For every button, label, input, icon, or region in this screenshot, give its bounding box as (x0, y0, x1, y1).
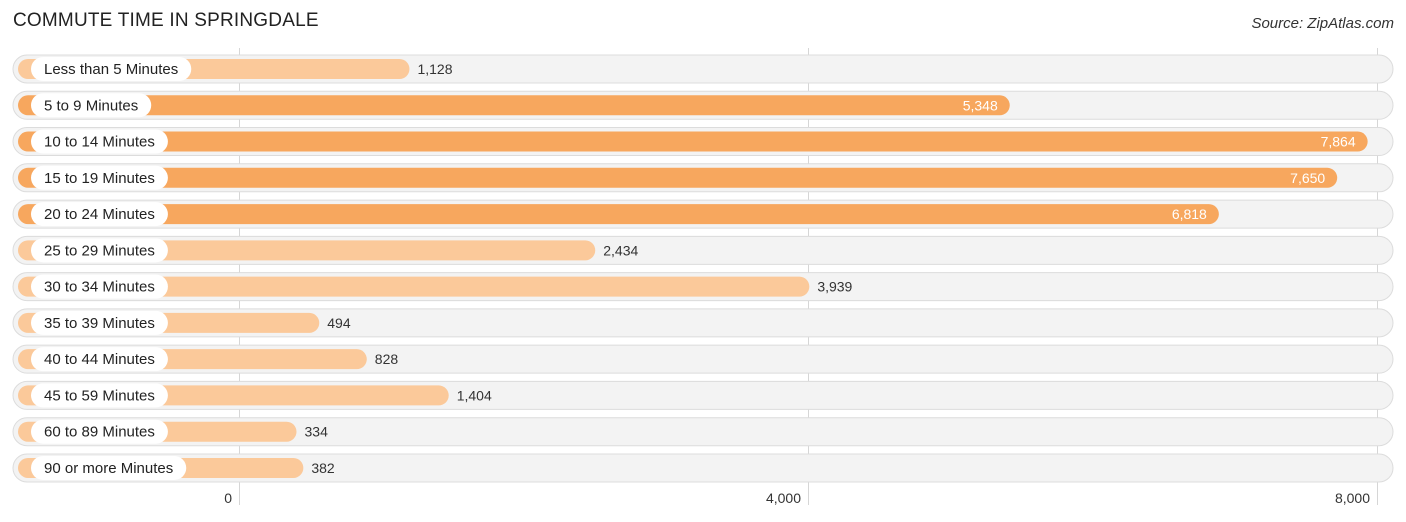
bar-row: 5 to 9 Minutes 5,348 (12, 90, 1394, 120)
value-label: 1,404 (457, 387, 492, 403)
category-label: 15 to 19 Minutes (44, 170, 155, 187)
category-label: 60 to 89 Minutes (44, 424, 155, 441)
value-label: 7,864 (1321, 134, 1356, 150)
category-label: 10 to 14 Minutes (44, 134, 155, 151)
x-tick-label: 0 (224, 490, 232, 506)
category-label: Less than 5 Minutes (44, 61, 178, 78)
bar-row: 40 to 44 Minutes 828 (12, 344, 1394, 374)
bar-row: 30 to 34 Minutes 3,939 (12, 272, 1394, 302)
x-axis-ticks: 0 4,000 8,000 (224, 490, 1370, 506)
category-label: 20 to 24 Minutes (44, 206, 155, 223)
value-label: 2,434 (603, 242, 638, 258)
value-label: 382 (311, 460, 335, 476)
bar-row: 35 to 39 Minutes 494 (12, 308, 1394, 338)
bar-row: 15 to 19 Minutes 7,650 (12, 163, 1394, 193)
category-label: 5 to 9 Minutes (44, 97, 138, 114)
category-label: 30 to 34 Minutes (44, 279, 155, 296)
bar (18, 204, 1219, 225)
bar-row: 20 to 24 Minutes 6,818 (12, 199, 1394, 229)
value-label: 1,128 (417, 61, 452, 77)
bar (18, 131, 1368, 152)
bar-row: 90 or more Minutes 382 (12, 453, 1394, 483)
value-label: 7,650 (1290, 170, 1325, 186)
bar (18, 167, 1338, 188)
bar-rows: Less than 5 Minutes 1,128 5 to 9 Minutes 5,… (12, 54, 1394, 483)
value-label: 828 (375, 351, 399, 367)
bar-row: 45 to 59 Minutes 1,404 (12, 380, 1394, 410)
x-tick-label: 4,000 (766, 490, 801, 506)
category-label: 45 to 59 Minutes (44, 387, 155, 404)
category-label: 90 or more Minutes (44, 460, 173, 477)
category-label: 25 to 29 Minutes (44, 242, 155, 259)
bar-row: 10 to 14 Minutes 7,864 (12, 127, 1394, 157)
category-label: 35 to 39 Minutes (44, 315, 155, 332)
value-label: 494 (327, 315, 351, 331)
value-label: 3,939 (817, 279, 852, 295)
bar-row: 25 to 29 Minutes 2,434 (12, 235, 1394, 265)
bar (18, 95, 1010, 116)
value-label: 6,818 (1172, 206, 1207, 222)
x-tick-label: 8,000 (1335, 490, 1370, 506)
category-label: 40 to 44 Minutes (44, 351, 155, 368)
value-label: 5,348 (963, 97, 998, 113)
bar-chart: Less than 5 Minutes 1,128 5 to 9 Minutes 5,… (12, 48, 1394, 506)
bar-row: Less than 5 Minutes 1,128 (12, 54, 1394, 84)
value-label: 334 (305, 424, 329, 440)
bar-row: 60 to 89 Minutes 334 (12, 417, 1394, 447)
